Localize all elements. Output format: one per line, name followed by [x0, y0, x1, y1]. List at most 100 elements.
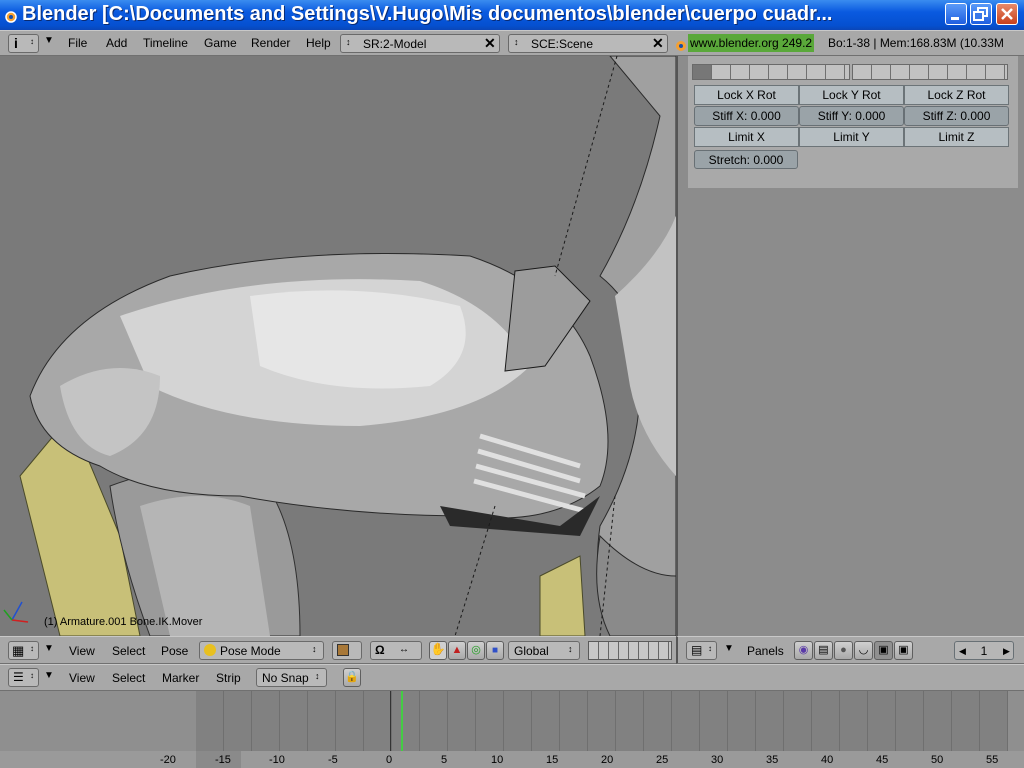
- editor-type-3dview[interactable]: ▦ ↕: [8, 641, 39, 660]
- timeline-icon: ☰: [13, 670, 24, 684]
- menu-view[interactable]: View: [69, 671, 95, 685]
- editing-context-button[interactable]: ▣: [874, 641, 893, 660]
- script-icon: ▤: [818, 644, 829, 656]
- draw-type-selector[interactable]: [332, 641, 362, 660]
- menu-render[interactable]: Render: [251, 36, 290, 50]
- scene-name: SCE:Scene: [531, 37, 594, 51]
- menu-select[interactable]: Select: [112, 644, 145, 658]
- snap-label: No Snap: [262, 671, 309, 685]
- scene-context-button[interactable]: ▣: [894, 641, 913, 660]
- timeline-start-marker: [390, 691, 391, 751]
- updown-icon: ↕: [514, 37, 519, 47]
- updown-icon: ↕: [315, 671, 320, 681]
- collapse-menu-icon[interactable]: ▼: [724, 643, 734, 654]
- pose-mode-icon: [204, 644, 216, 656]
- orientation-selector[interactable]: Global ↕: [508, 641, 580, 660]
- updown-icon: ↕: [30, 671, 34, 680]
- restore-button[interactable]: [970, 3, 992, 25]
- lock-x-rot-button[interactable]: Lock X Rot: [694, 85, 799, 105]
- editor-type-timeline[interactable]: ☰ ↕: [8, 668, 39, 687]
- editor-type-buttons[interactable]: ▤ ↕: [686, 641, 717, 660]
- frame-field[interactable]: ◀ 1 ▶: [954, 641, 1014, 660]
- menu-select[interactable]: Select: [112, 671, 145, 685]
- mode-selector[interactable]: Pose Mode ↕: [199, 641, 324, 660]
- manipulator-toggle-button[interactable]: ✋: [429, 641, 447, 660]
- limit-y-button[interactable]: Limit Y: [799, 127, 904, 147]
- layer-buttons-right[interactable]: [852, 64, 1008, 80]
- pivot-icon: Ω: [375, 643, 385, 657]
- minimize-button[interactable]: [945, 3, 967, 25]
- stretch-field[interactable]: Stretch: 0.000: [694, 150, 798, 169]
- collapse-menu-icon[interactable]: ▼: [44, 670, 54, 681]
- logic-icon: ◉: [798, 644, 809, 656]
- limit-x-button[interactable]: Limit X: [694, 127, 799, 147]
- buttons-window-icon: ▤: [691, 643, 703, 657]
- layer-buttons-left[interactable]: [692, 64, 850, 80]
- updown-icon: ↕: [30, 37, 34, 46]
- timeline-tick: 5: [441, 754, 448, 766]
- menu-strip[interactable]: Strip: [216, 671, 241, 685]
- screen-name: SR:2-Model: [363, 37, 427, 51]
- menu-timeline[interactable]: Timeline: [143, 36, 188, 50]
- pivot-selector[interactable]: Ω ↔: [370, 641, 422, 660]
- collapse-menu-icon[interactable]: ▼: [44, 643, 54, 654]
- scene-stats: Bo:1-38 | Mem:168.83M (10.33M: [828, 36, 1004, 50]
- current-frame-line[interactable]: [401, 691, 403, 751]
- menu-view[interactable]: View: [69, 644, 95, 658]
- buttons-window: Lock X Rot Lock Y Rot Lock Z Rot Stiff X…: [676, 56, 1024, 636]
- editor-type-menu[interactable]: i ↕: [8, 34, 39, 53]
- stiff-x-label: Stiff X: 0.000: [712, 109, 781, 123]
- limit-z-button[interactable]: Limit Z: [904, 127, 1009, 147]
- lock-button[interactable]: 🔒: [343, 668, 361, 687]
- menu-help[interactable]: Help: [306, 36, 331, 50]
- timeline-tick: -20: [160, 754, 176, 766]
- lock-z-rot-button[interactable]: Lock Z Rot: [904, 85, 1009, 105]
- shading-context-button[interactable]: ●: [834, 641, 853, 660]
- layer-button-active[interactable]: [693, 65, 711, 79]
- scene-icon: ▣: [898, 644, 909, 656]
- arrow-left-icon[interactable]: ◀: [959, 642, 966, 660]
- stiff-z-field[interactable]: Stiff Z: 0.000: [904, 106, 1009, 126]
- rotate-manipulator-button[interactable]: ◎: [467, 641, 485, 660]
- timeline-tick: 0: [386, 754, 393, 766]
- mode-label: Pose Mode: [220, 644, 281, 658]
- screen-selector[interactable]: ↕ SR:2-Model ✕: [340, 34, 500, 53]
- 3d-viewport[interactable]: (1) Armature.001 Bone.IK.Mover: [0, 56, 676, 636]
- editing-icon: ▣: [878, 644, 889, 656]
- timeline-tick: 25: [656, 754, 669, 766]
- blender-site-link[interactable]: www.blender.org 249.2: [688, 34, 815, 52]
- object-info-label: (1) Armature.001 Bone.IK.Mover: [44, 616, 203, 628]
- cube-icon: [337, 644, 349, 656]
- layer-buttons[interactable]: [588, 641, 672, 660]
- stiff-x-field[interactable]: Stiff X: 0.000: [694, 106, 799, 126]
- menu-marker[interactable]: Marker: [162, 671, 199, 685]
- collapse-menu-icon[interactable]: ▼: [44, 35, 54, 46]
- logic-context-button[interactable]: ◉: [794, 641, 813, 660]
- menu-add[interactable]: Add: [106, 36, 127, 50]
- timeline-area[interactable]: [0, 691, 1024, 768]
- stiff-y-label: Stiff Y: 0.000: [817, 109, 886, 123]
- updown-icon: ↕: [312, 644, 317, 654]
- scene-selector[interactable]: ↕ SCE:Scene ✕: [508, 34, 668, 53]
- timeline-tick: 55: [986, 754, 999, 766]
- delete-screen-icon[interactable]: ✕: [484, 35, 496, 52]
- stiff-y-field[interactable]: Stiff Y: 0.000: [799, 106, 904, 126]
- arrow-right-icon[interactable]: ▶: [1003, 642, 1010, 660]
- object-context-button[interactable]: ◡: [854, 641, 873, 660]
- translate-manipulator-button[interactable]: ▲: [448, 641, 466, 660]
- scale-manipulator-button[interactable]: ■: [486, 641, 504, 660]
- delete-scene-icon[interactable]: ✕: [652, 35, 664, 52]
- updown-icon: ↕: [346, 37, 351, 47]
- orientation-label: Global: [514, 644, 549, 658]
- script-context-button[interactable]: ▤: [814, 641, 833, 660]
- snap-selector[interactable]: No Snap ↕: [256, 668, 327, 687]
- timeline-tick: 35: [766, 754, 779, 766]
- timeline-tick: -5: [328, 754, 338, 766]
- menu-game[interactable]: Game: [204, 36, 237, 50]
- menu-file[interactable]: File: [68, 36, 87, 50]
- lock-y-rot-button[interactable]: Lock Y Rot: [799, 85, 904, 105]
- scale-pivot-icon: ↔: [399, 644, 409, 655]
- timeline-tick: 15: [546, 754, 559, 766]
- menu-pose[interactable]: Pose: [161, 644, 188, 658]
- close-button[interactable]: [996, 3, 1018, 25]
